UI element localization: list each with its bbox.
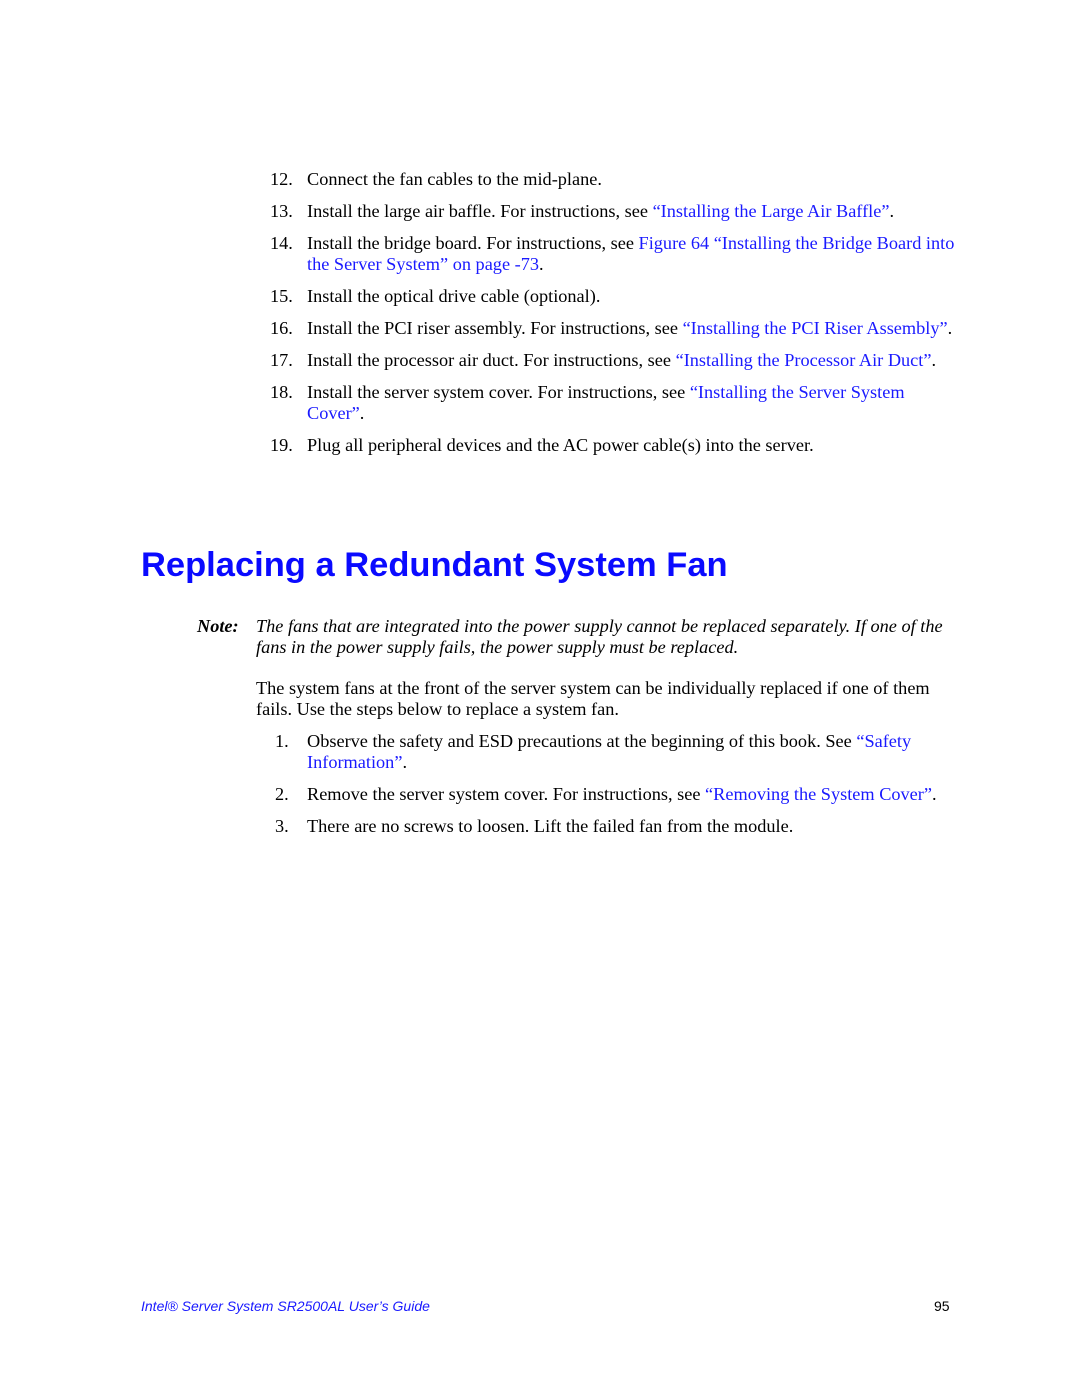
step-item: 2. Remove the server system cover. For i…	[270, 784, 960, 805]
step-item: 3. There are no screws to loosen. Lift t…	[270, 816, 960, 837]
note-text: The fans that are integrated into the po…	[256, 616, 943, 657]
step-text: Observe the safety and ESD precautions a…	[307, 731, 857, 751]
step-number: 3.	[275, 816, 289, 836]
link-installing-pci-riser[interactable]: “Installing the PCI Riser Assembly”	[683, 318, 948, 338]
section-heading: Replacing a Redundant System Fan	[141, 546, 728, 584]
step-number: 17.	[270, 350, 293, 370]
fan-replacement-steps-list: 1. Observe the safety and ESD precaution…	[270, 731, 960, 848]
step-number: 12.	[270, 169, 293, 189]
step-text: Install the processor air duct. For inst…	[307, 350, 676, 370]
step-number: 16.	[270, 318, 293, 338]
step-item: 17. Install the processor air duct. For …	[270, 350, 960, 371]
step-number: 13.	[270, 201, 293, 221]
step-number: 19.	[270, 435, 293, 455]
footer-document-title: Intel® Server System SR2500AL User’s Gui…	[141, 1298, 430, 1314]
step-suffix: .	[889, 201, 895, 221]
step-text: Install the optical drive cable (optiona…	[307, 286, 601, 306]
step-suffix: .	[402, 752, 408, 772]
step-item: 16. Install the PCI riser assembly. For …	[270, 318, 960, 339]
step-item: 12. Connect the fan cables to the mid-pl…	[270, 169, 960, 190]
document-page: 12. Connect the fan cables to the mid-pl…	[0, 0, 1080, 1397]
step-text: Install the server system cover. For ins…	[307, 382, 690, 402]
step-text: Plug all peripheral devices and the AC p…	[307, 435, 814, 455]
step-item: 19. Plug all peripheral devices and the …	[270, 435, 960, 456]
step-item: 18. Install the server system cover. For…	[270, 382, 960, 424]
step-item: 14. Install the bridge board. For instru…	[270, 233, 960, 275]
step-text: Install the large air baffle. For instru…	[307, 201, 653, 221]
step-suffix: .	[359, 403, 365, 423]
note-block: Note: The fans that are integrated into …	[197, 616, 957, 658]
step-item: 1. Observe the safety and ESD precaution…	[270, 731, 960, 773]
step-text: Remove the server system cover. For inst…	[307, 784, 706, 804]
step-suffix: .	[932, 784, 937, 804]
step-text: Install the bridge board. For instructio…	[307, 233, 639, 253]
step-suffix: .	[931, 350, 937, 370]
step-suffix: .	[947, 318, 953, 338]
intro-paragraph: The system fans at the front of the serv…	[256, 678, 930, 719]
step-item: 15. Install the optical drive cable (opt…	[270, 286, 960, 307]
step-number: 2.	[275, 784, 289, 804]
note-label: Note:	[197, 616, 239, 636]
step-number: 15.	[270, 286, 293, 306]
step-number: 1.	[275, 731, 289, 751]
link-installing-large-air-baffle[interactable]: “Installing the Large Air Baffle”	[653, 201, 890, 221]
step-number: 14.	[270, 233, 293, 253]
step-number: 18.	[270, 382, 293, 402]
footer-page-number: 95	[934, 1298, 950, 1314]
step-text: There are no screws to loosen. Lift the …	[307, 816, 794, 836]
link-removing-system-cover[interactable]: “Removing the System Cover”	[705, 784, 932, 804]
step-suffix: .	[539, 254, 544, 274]
continued-steps-list: 12. Connect the fan cables to the mid-pl…	[270, 169, 960, 467]
step-item: 13. Install the large air baffle. For in…	[270, 201, 960, 222]
link-installing-processor-air-duct[interactable]: “Installing the Processor Air Duct”	[676, 350, 932, 370]
step-text: Install the PCI riser assembly. For inst…	[307, 318, 683, 338]
step-text: Connect the fan cables to the mid-plane.	[307, 169, 602, 189]
